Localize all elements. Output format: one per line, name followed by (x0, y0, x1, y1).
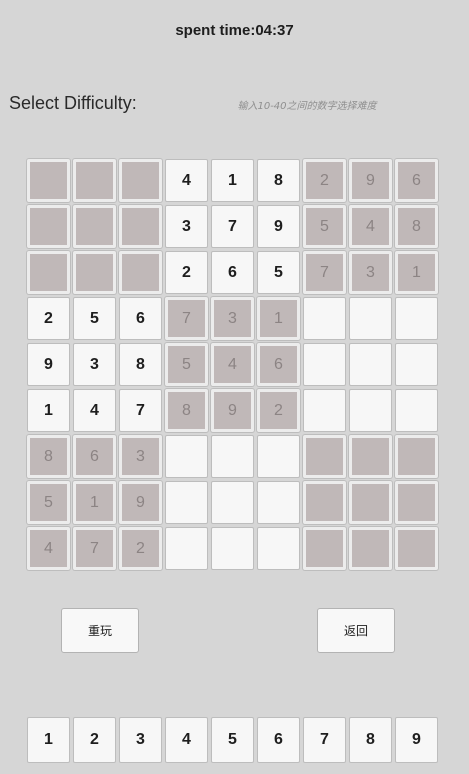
sudoku-cell-r7-c8[interactable] (349, 435, 392, 478)
sudoku-cell-r3-c5[interactable]: 6 (211, 251, 254, 294)
sudoku-cell-r4-c1[interactable]: 2 (27, 297, 70, 340)
sudoku-cell-r3-c2[interactable] (73, 251, 116, 294)
difficulty-input[interactable] (212, 93, 402, 119)
sudoku-cell-r1-c3[interactable] (119, 159, 162, 202)
sudoku-cell-r1-c7[interactable]: 2 (303, 159, 346, 202)
number-key-4[interactable]: 4 (165, 717, 208, 763)
sudoku-cell-r8-c1[interactable]: 5 (27, 481, 70, 524)
sudoku-cell-r3-c6[interactable]: 5 (257, 251, 300, 294)
number-key-6[interactable]: 6 (257, 717, 300, 763)
sudoku-cell-r9-c4[interactable] (165, 527, 208, 570)
timer-text: spent time:04:37 (175, 22, 294, 39)
sudoku-cell-r4-c3[interactable]: 6 (119, 297, 162, 340)
sudoku-cell-r1-c2[interactable] (73, 159, 116, 202)
sudoku-cell-r4-c4[interactable]: 7 (165, 297, 208, 340)
sudoku-cell-r6-c2[interactable]: 4 (73, 389, 116, 432)
sudoku-cell-r8-c3[interactable]: 9 (119, 481, 162, 524)
sudoku-cell-r5-c9[interactable] (395, 343, 438, 386)
sudoku-cell-r6-c8[interactable] (349, 389, 392, 432)
sudoku-cell-r4-c7[interactable] (303, 297, 346, 340)
sudoku-cell-r8-c5[interactable] (211, 481, 254, 524)
sudoku-cell-r7-c1[interactable]: 8 (27, 435, 70, 478)
sudoku-cell-r3-c1[interactable] (27, 251, 70, 294)
sudoku-cell-r6-c9[interactable] (395, 389, 438, 432)
restart-button[interactable]: 重玩 (61, 608, 139, 653)
sudoku-cell-r2-c4[interactable]: 3 (165, 205, 208, 248)
sudoku-cell-r4-c8[interactable] (349, 297, 392, 340)
sudoku-cell-r7-c5[interactable] (211, 435, 254, 478)
sudoku-cell-r2-c3[interactable] (119, 205, 162, 248)
sudoku-cell-r8-c4[interactable] (165, 481, 208, 524)
sudoku-cell-r4-c9[interactable] (395, 297, 438, 340)
sudoku-cell-r8-c9[interactable] (395, 481, 438, 524)
sudoku-cell-r8-c2[interactable]: 1 (73, 481, 116, 524)
sudoku-board: 4182963795482657312567319385461478928635… (27, 159, 441, 573)
sudoku-cell-r7-c9[interactable] (395, 435, 438, 478)
sudoku-cell-r5-c8[interactable] (349, 343, 392, 386)
sudoku-cell-r7-c7[interactable] (303, 435, 346, 478)
sudoku-cell-r7-c2[interactable]: 6 (73, 435, 116, 478)
number-key-9[interactable]: 9 (395, 717, 438, 763)
sudoku-cell-r2-c8[interactable]: 4 (349, 205, 392, 248)
sudoku-cell-r2-c5[interactable]: 7 (211, 205, 254, 248)
sudoku-cell-r1-c1[interactable] (27, 159, 70, 202)
sudoku-cell-r7-c6[interactable] (257, 435, 300, 478)
sudoku-cell-r5-c6[interactable]: 6 (257, 343, 300, 386)
sudoku-cell-r2-c6[interactable]: 9 (257, 205, 300, 248)
sudoku-cell-r1-c4[interactable]: 4 (165, 159, 208, 202)
sudoku-cell-r9-c6[interactable] (257, 527, 300, 570)
sudoku-cell-r7-c4[interactable] (165, 435, 208, 478)
number-key-3[interactable]: 3 (119, 717, 162, 763)
sudoku-cell-r2-c1[interactable] (27, 205, 70, 248)
sudoku-cell-r5-c1[interactable]: 9 (27, 343, 70, 386)
sudoku-cell-r1-c5[interactable]: 1 (211, 159, 254, 202)
number-key-2[interactable]: 2 (73, 717, 116, 763)
number-key-1[interactable]: 1 (27, 717, 70, 763)
sudoku-cell-r9-c7[interactable] (303, 527, 346, 570)
sudoku-cell-r5-c4[interactable]: 5 (165, 343, 208, 386)
sudoku-cell-r6-c1[interactable]: 1 (27, 389, 70, 432)
sudoku-cell-r6-c6[interactable]: 2 (257, 389, 300, 432)
sudoku-cell-r6-c4[interactable]: 8 (165, 389, 208, 432)
sudoku-cell-r1-c8[interactable]: 9 (349, 159, 392, 202)
sudoku-cell-r6-c3[interactable]: 7 (119, 389, 162, 432)
sudoku-cell-r9-c8[interactable] (349, 527, 392, 570)
sudoku-cell-r9-c5[interactable] (211, 527, 254, 570)
sudoku-cell-r9-c1[interactable]: 4 (27, 527, 70, 570)
sudoku-cell-r7-c3[interactable]: 3 (119, 435, 162, 478)
sudoku-cell-r8-c8[interactable] (349, 481, 392, 524)
sudoku-cell-r3-c8[interactable]: 3 (349, 251, 392, 294)
sudoku-cell-r4-c6[interactable]: 1 (257, 297, 300, 340)
sudoku-cell-r3-c4[interactable]: 2 (165, 251, 208, 294)
sudoku-cell-r6-c7[interactable] (303, 389, 346, 432)
sudoku-cell-r9-c2[interactable]: 7 (73, 527, 116, 570)
number-key-5[interactable]: 5 (211, 717, 254, 763)
sudoku-cell-r5-c2[interactable]: 3 (73, 343, 116, 386)
sudoku-cell-r5-c5[interactable]: 4 (211, 343, 254, 386)
number-key-7[interactable]: 7 (303, 717, 346, 763)
back-button[interactable]: 返回 (317, 608, 395, 653)
number-key-8[interactable]: 8 (349, 717, 392, 763)
sudoku-screen: spent time:04:37 Select Difficulty: 4182… (0, 0, 469, 774)
sudoku-cell-r1-c9[interactable]: 6 (395, 159, 438, 202)
sudoku-cell-r2-c7[interactable]: 5 (303, 205, 346, 248)
difficulty-label: Select Difficulty: (9, 93, 137, 113)
sudoku-cell-r8-c7[interactable] (303, 481, 346, 524)
sudoku-cell-r5-c7[interactable] (303, 343, 346, 386)
sudoku-cell-r3-c3[interactable] (119, 251, 162, 294)
sudoku-cell-r4-c2[interactable]: 5 (73, 297, 116, 340)
sudoku-cell-r9-c3[interactable]: 2 (119, 527, 162, 570)
sudoku-cell-r4-c5[interactable]: 3 (211, 297, 254, 340)
sudoku-cell-r1-c6[interactable]: 8 (257, 159, 300, 202)
sudoku-cell-r2-c9[interactable]: 8 (395, 205, 438, 248)
sudoku-cell-r9-c9[interactable] (395, 527, 438, 570)
sudoku-cell-r5-c3[interactable]: 8 (119, 343, 162, 386)
sudoku-cell-r3-c9[interactable]: 1 (395, 251, 438, 294)
sudoku-cell-r2-c2[interactable] (73, 205, 116, 248)
sudoku-cell-r3-c7[interactable]: 7 (303, 251, 346, 294)
sudoku-cell-r6-c5[interactable]: 9 (211, 389, 254, 432)
number-pad: 123456789 (27, 717, 441, 763)
sudoku-cell-r8-c6[interactable] (257, 481, 300, 524)
